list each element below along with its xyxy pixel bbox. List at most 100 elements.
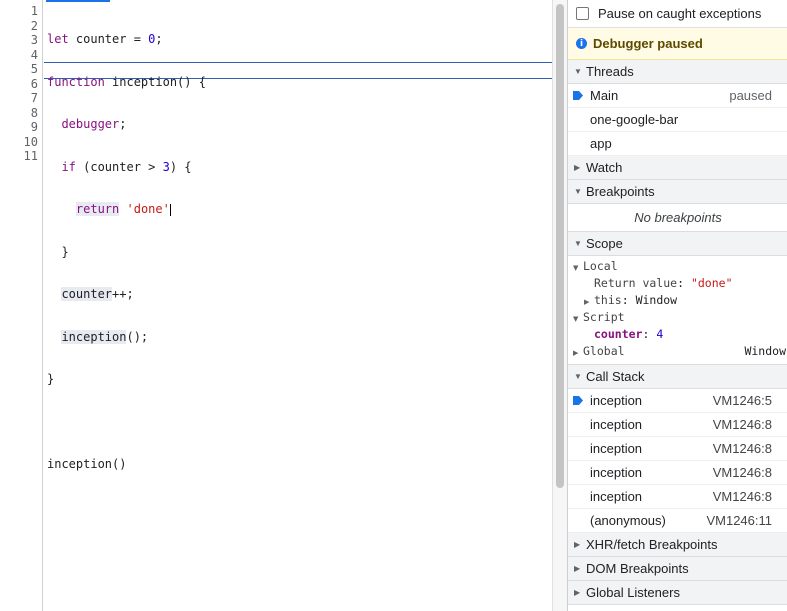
code-line: function inception() { bbox=[47, 74, 206, 89]
frame-name: inception bbox=[590, 489, 643, 504]
this-label: this bbox=[594, 293, 622, 307]
dom-breakpoints-title: DOM Breakpoints bbox=[586, 561, 689, 576]
frame-location[interactable]: VM1246:8 bbox=[713, 441, 787, 456]
thread-name: one-google-bar bbox=[590, 112, 679, 127]
this-value: Window bbox=[635, 293, 678, 307]
return-value-label: Return value bbox=[594, 276, 678, 290]
thread-item-one-google-bar[interactable]: one-google-bar bbox=[568, 108, 787, 132]
line-numbers: 1 2 3 4 5 6 7 8 9 10 11 bbox=[0, 4, 38, 164]
code-line: } bbox=[47, 372, 55, 386]
call-frame[interactable]: inception VM1246:5 bbox=[568, 389, 787, 413]
frame-location[interactable]: VM1246:5 bbox=[713, 393, 787, 408]
pause-on-caught-exceptions[interactable]: Pause on caught exceptions bbox=[568, 0, 787, 28]
code-line: inception(); bbox=[61, 329, 149, 344]
pause-on-caught-checkbox[interactable] bbox=[576, 7, 589, 20]
code-line: inception() bbox=[47, 457, 127, 471]
scope-tree: ▼ Local Return value: "done" ▶ this: Windo… bbox=[568, 256, 787, 365]
frame-location[interactable]: VM1246:8 bbox=[713, 417, 787, 432]
line-number[interactable]: 3 bbox=[0, 33, 38, 48]
code-line: if (counter > 3) { bbox=[61, 159, 192, 174]
scope-global[interactable]: ▶ Global Window bbox=[568, 343, 787, 360]
counter-value: 4 bbox=[656, 327, 664, 341]
call-stack-title: Call Stack bbox=[586, 369, 645, 384]
paused-banner-text: Debugger paused bbox=[593, 36, 703, 51]
code-editor[interactable]: 1 2 3 4 5 6 7 8 9 10 11 let counter = 0; function … bbox=[0, 0, 567, 611]
expanded-triangle-icon: ▼ bbox=[574, 372, 582, 381]
line-number-gutter[interactable]: 1 2 3 4 5 6 7 8 9 10 11 bbox=[0, 0, 43, 611]
frame-location[interactable]: VM1246:8 bbox=[713, 489, 787, 504]
xhr-breakpoints-header[interactable]: ▶ XHR/fetch Breakpoints bbox=[568, 533, 787, 557]
scope-return-value[interactable]: Return value: "done" bbox=[568, 275, 787, 292]
breakpoints-header[interactable]: ▼ Breakpoints bbox=[568, 180, 787, 204]
code-line: debugger; bbox=[61, 117, 127, 131]
line-number[interactable]: 8 bbox=[0, 106, 38, 121]
scope-title: Scope bbox=[586, 236, 623, 251]
source-code[interactable]: let counter = 0; function inception() { … bbox=[47, 4, 206, 500]
line-number[interactable]: 6 bbox=[0, 77, 38, 92]
threads-title: Threads bbox=[586, 64, 634, 79]
call-frame[interactable]: (anonymous) VM1246:11 bbox=[568, 509, 787, 533]
threads-header[interactable]: ▼ Threads bbox=[568, 60, 787, 84]
no-breakpoints-message: No breakpoints bbox=[568, 204, 787, 232]
scope-script-title: Script bbox=[583, 310, 625, 324]
current-thread-arrow-icon bbox=[573, 91, 583, 100]
dom-breakpoints-header[interactable]: ▶ DOM Breakpoints bbox=[568, 557, 787, 581]
code-line: } bbox=[47, 244, 69, 259]
info-icon: i bbox=[576, 38, 587, 49]
scope-counter[interactable]: counter: 4 bbox=[568, 326, 787, 343]
frame-location[interactable]: VM1246:11 bbox=[706, 513, 787, 528]
frame-name: inception bbox=[590, 417, 643, 432]
xhr-breakpoints-title: XHR/fetch Breakpoints bbox=[586, 537, 718, 552]
breakpoints-title: Breakpoints bbox=[586, 184, 655, 199]
collapsed-triangle-icon: ▶ bbox=[573, 349, 579, 357]
expanded-triangle-icon: ▼ bbox=[574, 187, 582, 196]
line-number[interactable]: 11 bbox=[0, 149, 38, 164]
call-frame[interactable]: inception VM1246:8 bbox=[568, 485, 787, 509]
line-number[interactable]: 10 bbox=[0, 135, 38, 150]
scope-header[interactable]: ▼ Scope bbox=[568, 232, 787, 256]
code-line: let counter = 0; bbox=[47, 32, 163, 46]
editor-scrollbar-thumb[interactable] bbox=[556, 4, 564, 488]
active-tab-indicator bbox=[46, 0, 110, 2]
pause-on-caught-label: Pause on caught exceptions bbox=[598, 6, 762, 21]
thread-item-app[interactable]: app bbox=[568, 132, 787, 156]
thread-status: paused bbox=[729, 88, 772, 103]
scope-global-title: Global bbox=[583, 344, 625, 358]
counter-label: counter bbox=[594, 327, 643, 341]
expanded-triangle-icon: ▼ bbox=[574, 67, 582, 76]
scope-this[interactable]: ▶ this: Window bbox=[568, 292, 787, 309]
frame-location[interactable]: VM1246:8 bbox=[713, 465, 787, 480]
debugger-paused-banner: i Debugger paused bbox=[568, 28, 787, 60]
collapsed-triangle-icon: ▶ bbox=[574, 564, 581, 573]
global-value: Window bbox=[744, 344, 786, 358]
frame-name: (anonymous) bbox=[590, 513, 666, 528]
frame-name: inception bbox=[590, 393, 643, 408]
call-stack-header[interactable]: ▼ Call Stack bbox=[568, 365, 787, 389]
line-number[interactable]: 1 bbox=[0, 4, 38, 19]
thread-name: Main bbox=[590, 88, 619, 103]
global-listeners-title: Global Listeners bbox=[586, 585, 680, 600]
line-number[interactable]: 4 bbox=[0, 48, 38, 63]
expanded-triangle-icon: ▼ bbox=[574, 239, 582, 248]
watch-title: Watch bbox=[586, 160, 623, 175]
line-number[interactable]: 7 bbox=[0, 91, 38, 106]
scope-script[interactable]: ▼ Script bbox=[568, 309, 787, 326]
line-number[interactable]: 9 bbox=[0, 120, 38, 135]
call-frame[interactable]: inception VM1246:8 bbox=[568, 413, 787, 437]
collapsed-triangle-icon: ▶ bbox=[574, 588, 581, 597]
frame-name: inception bbox=[590, 465, 643, 480]
current-frame-arrow-icon bbox=[573, 396, 583, 405]
scope-local-title: Local bbox=[583, 259, 618, 273]
call-frame[interactable]: inception VM1246:8 bbox=[568, 437, 787, 461]
thread-item-main[interactable]: Main paused bbox=[568, 84, 787, 108]
scope-local[interactable]: ▼ Local bbox=[568, 258, 787, 275]
thread-name: app bbox=[590, 136, 612, 151]
global-listeners-header[interactable]: ▶ Global Listeners bbox=[568, 581, 787, 605]
code-line: counter++; bbox=[61, 287, 134, 301]
watch-header[interactable]: ▶ Watch bbox=[568, 156, 787, 180]
line-number[interactable]: 2 bbox=[0, 19, 38, 34]
collapsed-triangle-icon: ▶ bbox=[574, 540, 581, 549]
call-frame[interactable]: inception VM1246:8 bbox=[568, 461, 787, 485]
line-number[interactable]: 5 bbox=[0, 62, 38, 77]
